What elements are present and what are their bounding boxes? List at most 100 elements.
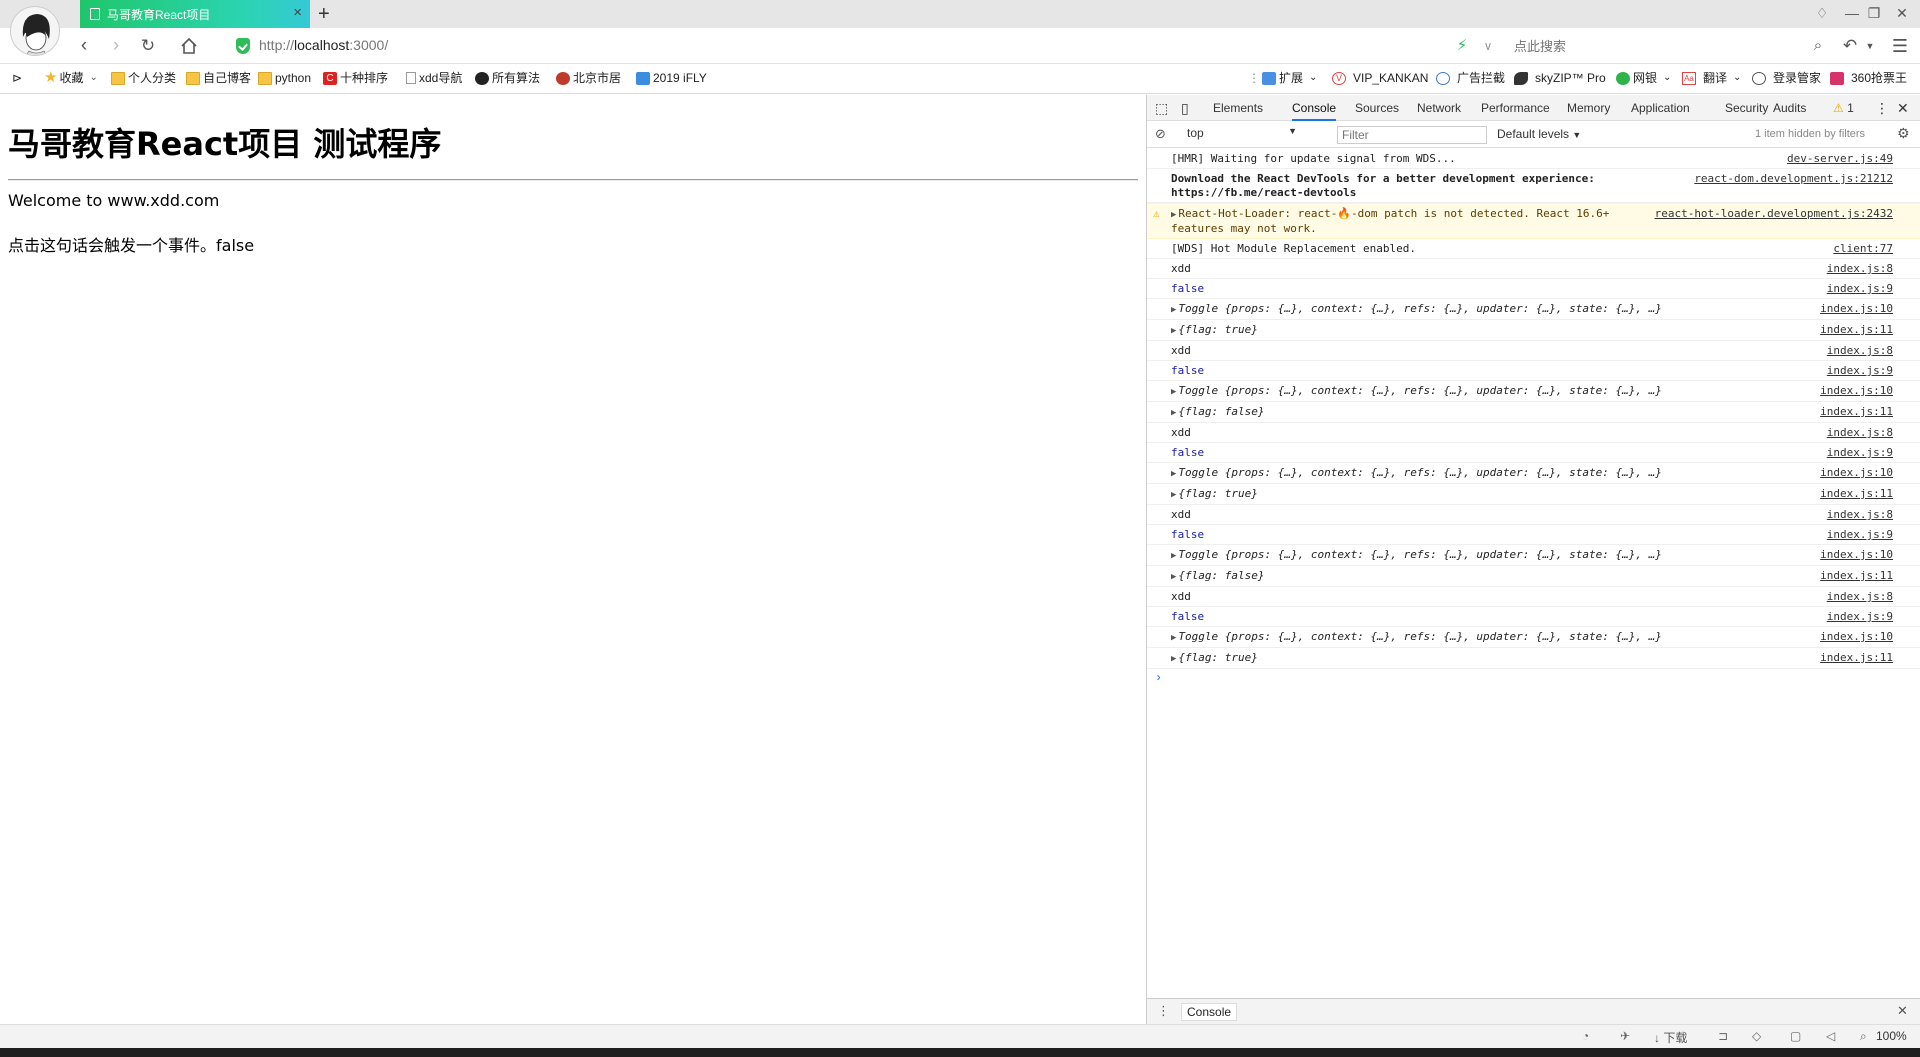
tab-application[interactable]: Application xyxy=(1631,95,1690,121)
console-message[interactable]: {flag: true} xyxy=(1178,651,1257,664)
console-source-link[interactable]: index.js:11 xyxy=(1820,487,1893,501)
expand-triangle-icon[interactable]: ▶ xyxy=(1171,324,1176,338)
new-tab-button[interactable]: + xyxy=(318,2,330,26)
console-source-link[interactable]: index.js:9 xyxy=(1827,446,1893,460)
console-source-link[interactable]: index.js:9 xyxy=(1827,282,1893,296)
inspect-icon[interactable]: ⬚ xyxy=(1155,95,1168,121)
expand-triangle-icon[interactable]: ▶ xyxy=(1171,570,1176,584)
console-message[interactable]: Toggle {props: {…}, context: {…}, refs: … xyxy=(1178,302,1661,315)
chevron-down-icon[interactable]: ∨ xyxy=(1476,34,1500,58)
bookmark-link[interactable]: 所有算法 xyxy=(475,70,540,86)
expand-triangle-icon[interactable]: ▶ xyxy=(1171,631,1176,645)
expand-triangle-icon[interactable]: ▶ xyxy=(1171,652,1176,666)
speedup-icon[interactable]: ◔ xyxy=(1582,1029,1589,1043)
security-shield-icon[interactable] xyxy=(236,38,250,54)
expand-triangle-icon[interactable]: ▶ xyxy=(1171,467,1176,481)
console-message[interactable]: Toggle {props: {…}, context: {…}, refs: … xyxy=(1178,384,1661,397)
bookmark-folder[interactable]: 个人分类 xyxy=(111,70,176,86)
console-message[interactable]: {flag: true} xyxy=(1178,323,1257,336)
close-window-button[interactable]: ✕ xyxy=(1892,4,1912,22)
active-tab[interactable]: 马哥教育React项目 × xyxy=(80,0,310,28)
back-icon[interactable]: ‹ xyxy=(72,34,96,58)
extension-button[interactable]: V VIP_KANKAN xyxy=(1332,70,1428,86)
console-source-link[interactable]: index.js:10 xyxy=(1820,384,1893,398)
bookmark-link[interactable]: C 十种排序 xyxy=(323,70,388,86)
console-message[interactable]: Toggle {props: {…}, context: {…}, refs: … xyxy=(1178,548,1661,561)
more-options-icon[interactable]: ⋮ xyxy=(1875,95,1889,121)
tab-memory[interactable]: Memory xyxy=(1567,95,1610,121)
console-message[interactable]: Toggle {props: {…}, context: {…}, refs: … xyxy=(1178,466,1661,479)
expand-triangle-icon[interactable]: ▶ xyxy=(1171,303,1176,317)
tab-network[interactable]: Network xyxy=(1417,95,1461,121)
console-source-link[interactable]: index.js:11 xyxy=(1820,569,1893,583)
bookmark-folder[interactable]: 自己博客 xyxy=(186,70,251,86)
clear-console-icon[interactable]: ⊘ xyxy=(1155,126,1166,142)
bookmark-link[interactable]: xdd导航 xyxy=(406,70,462,86)
drawer-menu-icon[interactable]: ⋮ xyxy=(1157,1003,1170,1019)
url-field[interactable]: http://localhost:3000/ xyxy=(259,37,388,53)
log-levels-select[interactable]: Default levels ▼ xyxy=(1497,127,1581,141)
bookmark-link[interactable]: 北京市居 xyxy=(556,70,621,86)
console-message[interactable]: Toggle {props: {…}, context: {…}, refs: … xyxy=(1178,630,1661,643)
tab-security[interactable]: Security xyxy=(1725,95,1768,121)
pin-icon[interactable]: ✈ xyxy=(1620,1029,1630,1043)
console-message[interactable]: {flag: false} xyxy=(1178,569,1264,582)
expand-triangle-icon[interactable]: ▶ xyxy=(1171,549,1176,563)
console-source-link[interactable]: index.js:11 xyxy=(1820,651,1893,665)
console-filter-input[interactable] xyxy=(1337,126,1487,144)
undo-menu-icon[interactable]: ▼ xyxy=(1858,34,1882,58)
console-source-link[interactable]: dev-server.js:49 xyxy=(1787,152,1893,166)
expand-triangle-icon[interactable]: ▶ xyxy=(1171,208,1176,222)
menu-icon[interactable]: ☰ xyxy=(1888,34,1912,58)
console-source-link[interactable]: index.js:8 xyxy=(1827,344,1893,358)
warning-counter[interactable]: ⚠ 1 xyxy=(1833,95,1854,121)
console-source-link[interactable]: index.js:11 xyxy=(1820,405,1893,419)
screenshot-icon[interactable]: ◇ xyxy=(1752,1029,1761,1043)
bookmark-link[interactable]: 2019 iFLY xyxy=(636,70,707,86)
console-source-link[interactable]: index.js:10 xyxy=(1820,302,1893,316)
extension-button[interactable]: skyZIP™ Pro xyxy=(1514,70,1606,86)
console-source-link[interactable]: index.js:8 xyxy=(1827,262,1893,276)
restore-button[interactable]: ❐ xyxy=(1864,4,1884,22)
volume-icon[interactable]: ◁ xyxy=(1826,1029,1835,1043)
console-source-link[interactable]: index.js:10 xyxy=(1820,548,1893,562)
device-toolbar-icon[interactable]: ▯ xyxy=(1181,95,1189,121)
download-button[interactable]: ↓ 下载 xyxy=(1654,1029,1687,1046)
console-source-link[interactable]: index.js:9 xyxy=(1827,610,1893,624)
extension-button[interactable]: 扩展 ⌄ xyxy=(1262,70,1317,86)
console-source-link[interactable]: index.js:10 xyxy=(1820,630,1893,644)
expand-triangle-icon[interactable]: ▶ xyxy=(1171,385,1176,399)
tab-console[interactable]: Console xyxy=(1292,95,1337,121)
bookmark-favorites[interactable]: ★ 收藏 ⌄ xyxy=(44,70,98,86)
zoom-level[interactable]: 100% xyxy=(1876,1029,1907,1043)
tab-audits[interactable]: Audits xyxy=(1773,95,1806,121)
search-icon[interactable]: ⌕ xyxy=(1806,34,1830,58)
console-source-link[interactable]: react-hot-loader.development.js:2432 xyxy=(1655,207,1893,221)
console-source-link[interactable]: index.js:8 xyxy=(1827,508,1893,522)
console-prompt[interactable]: › xyxy=(1147,669,1920,687)
speed-mode-icon[interactable]: ⚡ xyxy=(1450,34,1474,58)
tab-elements[interactable]: Elements xyxy=(1213,95,1263,121)
close-tab-icon[interactable]: × xyxy=(293,5,302,21)
sidebar-toggle-icon[interactable]: ⊳ xyxy=(12,70,22,86)
extension-button[interactable]: 登录管家 xyxy=(1752,70,1821,86)
console-source-link[interactable]: index.js:9 xyxy=(1827,528,1893,542)
home-icon[interactable] xyxy=(177,34,201,58)
console-source-link[interactable]: client:77 xyxy=(1833,242,1893,256)
reload-icon[interactable]: ↻ xyxy=(136,34,160,58)
gear-icon[interactable]: ⚙ xyxy=(1897,125,1910,142)
skin-icon[interactable]: ♢ xyxy=(1812,4,1832,22)
window-icon[interactable]: ▢ xyxy=(1790,1029,1801,1043)
expand-triangle-icon[interactable]: ▶ xyxy=(1171,488,1176,502)
close-devtools-icon[interactable]: ✕ xyxy=(1897,95,1909,121)
tab-sources[interactable]: Sources xyxy=(1355,95,1399,121)
forward-icon[interactable]: › xyxy=(104,34,128,58)
user-avatar[interactable] xyxy=(10,6,60,56)
close-drawer-icon[interactable]: ✕ xyxy=(1897,1003,1908,1019)
minimize-button[interactable]: — xyxy=(1842,4,1862,22)
extension-button[interactable]: 广告拦截 xyxy=(1436,70,1505,86)
context-select[interactable]: top ▼ xyxy=(1187,126,1297,144)
reader-icon[interactable]: ⊐ xyxy=(1718,1029,1728,1043)
toggle-click-text[interactable]: 点击这句话会触发一个事件。false xyxy=(8,232,254,256)
search-input[interactable] xyxy=(1512,33,1812,59)
